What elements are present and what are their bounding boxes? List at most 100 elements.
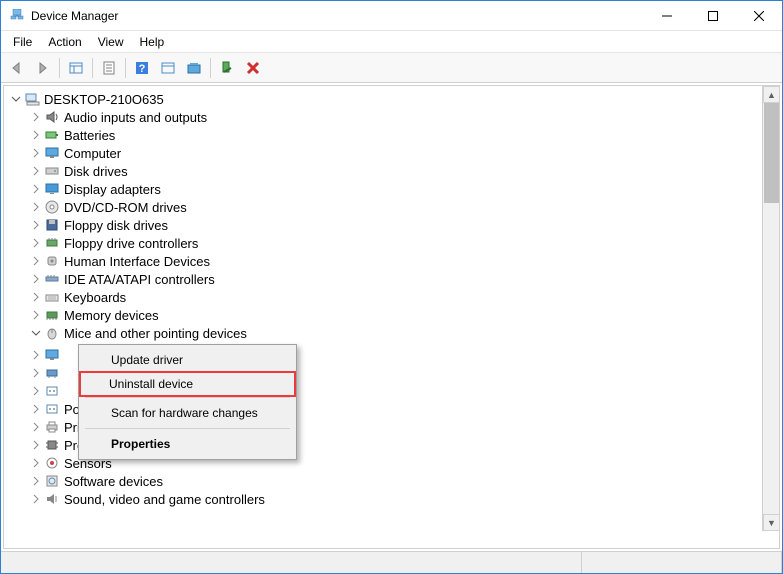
category-label: DVD/CD-ROM drives [64,200,187,215]
category-label: Computer [64,146,121,161]
tree-category-node[interactable]: Mice and other pointing devices [4,324,779,342]
expand-icon[interactable] [30,111,42,123]
scroll-down-button[interactable]: ▼ [763,514,780,531]
expand-icon[interactable] [30,165,42,177]
expand-icon[interactable] [30,183,42,195]
monitor-icon [44,145,60,161]
expand-icon[interactable] [30,147,42,159]
sound-icon [44,491,60,507]
software-icon [44,473,60,489]
expand-icon[interactable] [30,475,42,487]
toolbar: ? [1,53,782,83]
context-menu-item[interactable]: Properties [81,431,294,457]
vertical-scrollbar[interactable]: ▲ ▼ [762,86,779,531]
expand-icon[interactable] [30,237,42,249]
scan-button[interactable] [182,56,206,80]
tree-category-node[interactable]: Sound, video and game controllers [4,490,779,508]
tree-category-node[interactable]: Batteries [4,126,779,144]
tree-root-node[interactable]: DESKTOP-210O635 [4,90,779,108]
hid-icon [44,253,60,269]
display-icon [44,181,60,197]
menu-action[interactable]: Action [40,33,89,51]
menu-file[interactable]: File [5,33,40,51]
printer-icon [44,419,60,435]
expand-icon[interactable] [30,309,42,321]
tree-category-node[interactable]: Floppy drive controllers [4,234,779,252]
expand-icon[interactable] [30,129,42,141]
menu-view[interactable]: View [90,33,132,51]
monitor-icon [44,347,60,363]
maximize-button[interactable] [690,1,736,31]
port-icon [44,383,60,399]
expand-icon[interactable] [30,273,42,285]
collapse-icon[interactable] [10,93,22,105]
category-label: Human Interface Devices [64,254,210,269]
tree-category-node[interactable]: Human Interface Devices [4,252,779,270]
ide-icon [44,271,60,287]
tree-category-node[interactable]: DVD/CD-ROM drives [4,198,779,216]
floppy-icon [44,217,60,233]
sensor-icon [44,455,60,471]
expand-icon[interactable] [30,385,42,397]
category-label: Keyboards [64,290,126,305]
tree-category-node[interactable]: IDE ATA/ATAPI controllers [4,270,779,288]
context-menu-separator [85,428,290,429]
tree-category-node[interactable]: Software devices [4,472,779,490]
expand-icon[interactable] [30,291,42,303]
cpu-icon [44,437,60,453]
minimize-button[interactable] [644,1,690,31]
window-title: Device Manager [31,9,644,23]
device-tree[interactable]: DESKTOP-210O635 Audio inputs and outputs… [4,86,779,548]
tree-category-node[interactable]: Floppy disk drives [4,216,779,234]
expand-icon[interactable] [30,255,42,267]
collapse-icon[interactable] [30,327,42,339]
context-menu-item[interactable]: Scan for hardware changes [81,400,294,426]
status-cell [582,552,782,573]
scroll-up-button[interactable]: ▲ [763,86,780,103]
memory-icon [44,307,60,323]
expand-icon[interactable] [30,421,42,433]
category-label: Software devices [64,474,163,489]
content-area: DESKTOP-210O635 Audio inputs and outputs… [3,85,780,549]
disk-icon [44,163,60,179]
tree-category-node[interactable]: Keyboards [4,288,779,306]
category-label: Memory devices [64,308,159,323]
port-icon [44,401,60,417]
cdrom-icon [44,199,60,215]
menubar: File Action View Help [1,31,782,53]
expand-icon[interactable] [30,457,42,469]
expand-icon[interactable] [30,349,42,361]
svg-text:?: ? [139,63,146,75]
titlebar: Device Manager [1,1,782,31]
back-button[interactable] [5,56,29,80]
context-menu-item[interactable]: Uninstall device [79,371,296,397]
close-button[interactable] [736,1,782,31]
forward-button[interactable] [31,56,55,80]
tree-category-node[interactable]: Memory devices [4,306,779,324]
scroll-thumb[interactable] [764,103,779,203]
computer-icon [24,91,40,107]
tree-category-node[interactable]: Display adapters [4,180,779,198]
uninstall-button[interactable] [241,56,265,80]
action-button[interactable] [156,56,180,80]
controller-icon [44,235,60,251]
category-label: Sound, video and game controllers [64,492,265,507]
expand-icon[interactable] [30,439,42,451]
tree-category-node[interactable]: Computer [4,144,779,162]
expand-icon[interactable] [30,493,42,505]
menu-help[interactable]: Help [132,33,173,51]
properties-button[interactable] [97,56,121,80]
help-button[interactable]: ? [130,56,154,80]
context-menu-item[interactable]: Update driver [81,347,294,373]
speaker-icon [44,109,60,125]
enable-button[interactable] [215,56,239,80]
tree-category-node[interactable]: Audio inputs and outputs [4,108,779,126]
show-hide-tree-button[interactable] [64,56,88,80]
network-icon [44,365,60,381]
category-label: Floppy drive controllers [64,236,198,251]
tree-category-node[interactable]: Disk drives [4,162,779,180]
expand-icon[interactable] [30,403,42,415]
expand-icon[interactable] [30,367,42,379]
expand-icon[interactable] [30,201,42,213]
expand-icon[interactable] [30,219,42,231]
